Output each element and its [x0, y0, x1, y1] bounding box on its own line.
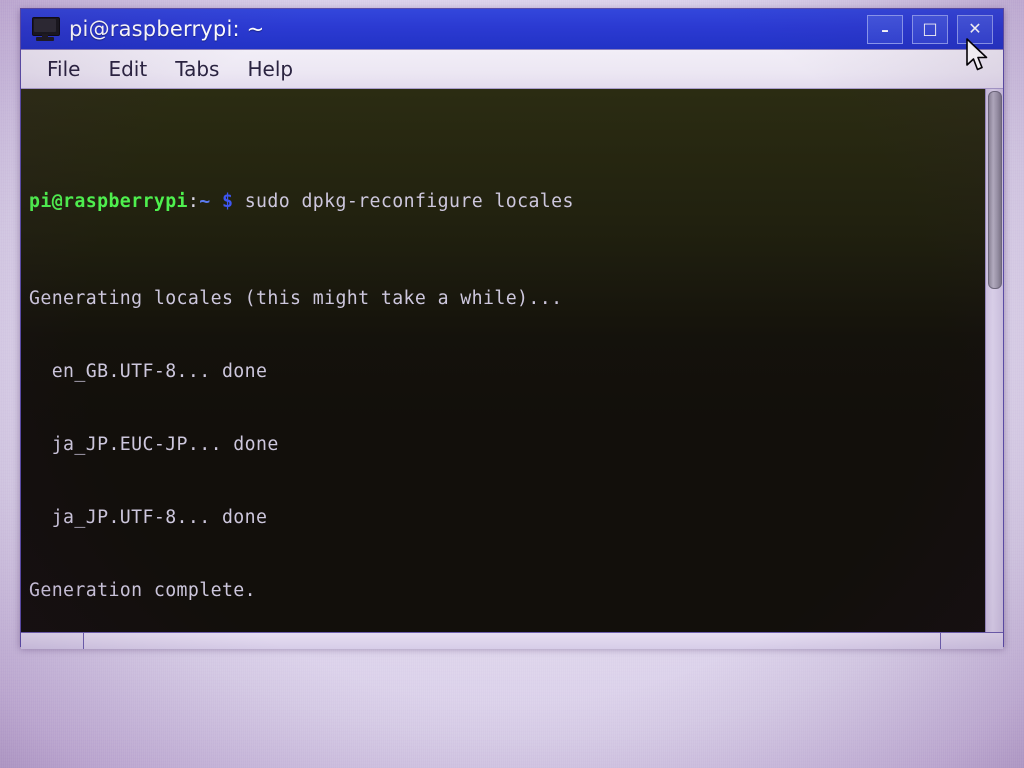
- maximize-icon: □: [922, 19, 938, 38]
- terminal-scrollbar[interactable]: [985, 89, 1003, 632]
- terminal-body: pi@raspberrypi:~ $ sudo dpkg-reconfigure…: [21, 89, 1003, 632]
- close-icon: ✕: [968, 19, 982, 38]
- desktop-screen-photo: pi@raspberrypi: ~ – □ ✕ File Edit Tabs H…: [0, 0, 1024, 768]
- menu-item-help[interactable]: Help: [235, 54, 305, 84]
- terminal-window: pi@raspberrypi: ~ – □ ✕ File Edit Tabs H…: [20, 8, 1004, 649]
- terminal-command: sudo dpkg-reconfigure locales: [244, 191, 574, 213]
- minimize-icon: –: [881, 20, 889, 39]
- terminal-line: ja_JP.EUC-JP... done: [29, 434, 279, 456]
- minimize-button[interactable]: –: [867, 14, 903, 44]
- close-button[interactable]: ✕: [957, 14, 993, 44]
- resize-grip-right[interactable]: [940, 633, 1003, 649]
- maximize-button[interactable]: □: [912, 14, 948, 44]
- terminal-text: pi@raspberrypi:~ $ sudo dpkg-reconfigure…: [29, 93, 985, 632]
- window-resize-grip-bar[interactable]: [21, 632, 1003, 649]
- menu-item-tabs[interactable]: Tabs: [163, 54, 231, 84]
- monitor-icon: [31, 16, 60, 42]
- prompt-user-host: pi@raspberrypi: [29, 191, 188, 213]
- prompt-colon: :: [187, 191, 200, 213]
- window-title: pi@raspberrypi: ~: [69, 17, 265, 41]
- terminal-line: ja_JP.UTF-8... done: [29, 507, 268, 529]
- terminal-line: pi@raspberrypi:~ $ sudo dpkg-reconfigure…: [29, 190, 985, 214]
- window-title-bar[interactable]: pi@raspberrypi: ~ – □ ✕: [21, 9, 1003, 50]
- terminal-line: en_GB.UTF-8... done: [29, 361, 268, 383]
- menu-item-file[interactable]: File: [35, 54, 92, 84]
- menu-item-edit[interactable]: Edit: [96, 54, 159, 84]
- window-controls: – □ ✕: [867, 14, 997, 44]
- resize-grip-left[interactable]: [21, 633, 84, 649]
- monitor-icon-screen: [34, 19, 56, 32]
- terminal-line: Generation complete.: [29, 579, 256, 601]
- menu-bar: File Edit Tabs Help: [21, 50, 1003, 89]
- scrollbar-thumb[interactable]: [988, 91, 1002, 289]
- prompt-path: ~: [199, 191, 211, 213]
- terminal-line: Generating locales (this might take a wh…: [29, 288, 563, 310]
- monitor-icon-base: [36, 37, 54, 41]
- prompt-sigil: $: [221, 191, 234, 213]
- terminal-output-area[interactable]: pi@raspberrypi:~ $ sudo dpkg-reconfigure…: [21, 89, 985, 632]
- resize-grip-middle[interactable]: [84, 633, 940, 649]
